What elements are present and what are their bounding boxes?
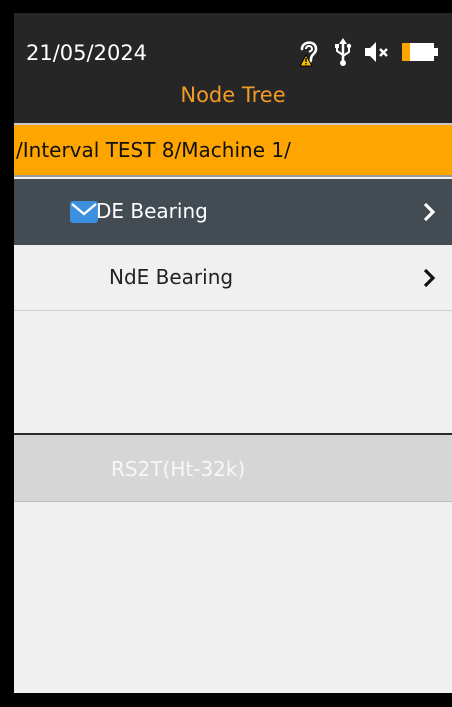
- chevron-right-icon[interactable]: [422, 202, 436, 226]
- sensor-row[interactable]: RS2T(Ht-32k): [14, 435, 452, 502]
- breadcrumb-path: /Interval TEST 8/Machine 1/: [14, 123, 452, 177]
- node-row-de-bearing[interactable]: DE Bearing: [14, 179, 452, 245]
- page-title: Node Tree: [180, 83, 286, 107]
- sensor-label: RS2T(Ht-32k): [111, 457, 246, 481]
- chevron-right-icon[interactable]: [422, 268, 436, 292]
- envelope-icon: [70, 201, 98, 227]
- status-date: 21/05/2024: [26, 41, 148, 65]
- speaker-muted-icon: [363, 37, 391, 71]
- status-icons: [297, 37, 451, 71]
- node-label: DE Bearing: [96, 199, 208, 223]
- battery-icon: [401, 37, 441, 71]
- hearing-warning-icon: [297, 37, 323, 71]
- device-screen: 21/05/2024 Node Tree /Interval TEST 8/Ma…: [14, 13, 452, 693]
- header-bar: 21/05/2024 Node Tree: [14, 13, 452, 123]
- breadcrumb-text: /Interval TEST 8/Machine 1/: [16, 138, 291, 162]
- usb-icon: [333, 37, 353, 71]
- node-label: NdE Bearing: [109, 265, 234, 289]
- node-row-nde-bearing[interactable]: NdE Bearing: [14, 245, 452, 311]
